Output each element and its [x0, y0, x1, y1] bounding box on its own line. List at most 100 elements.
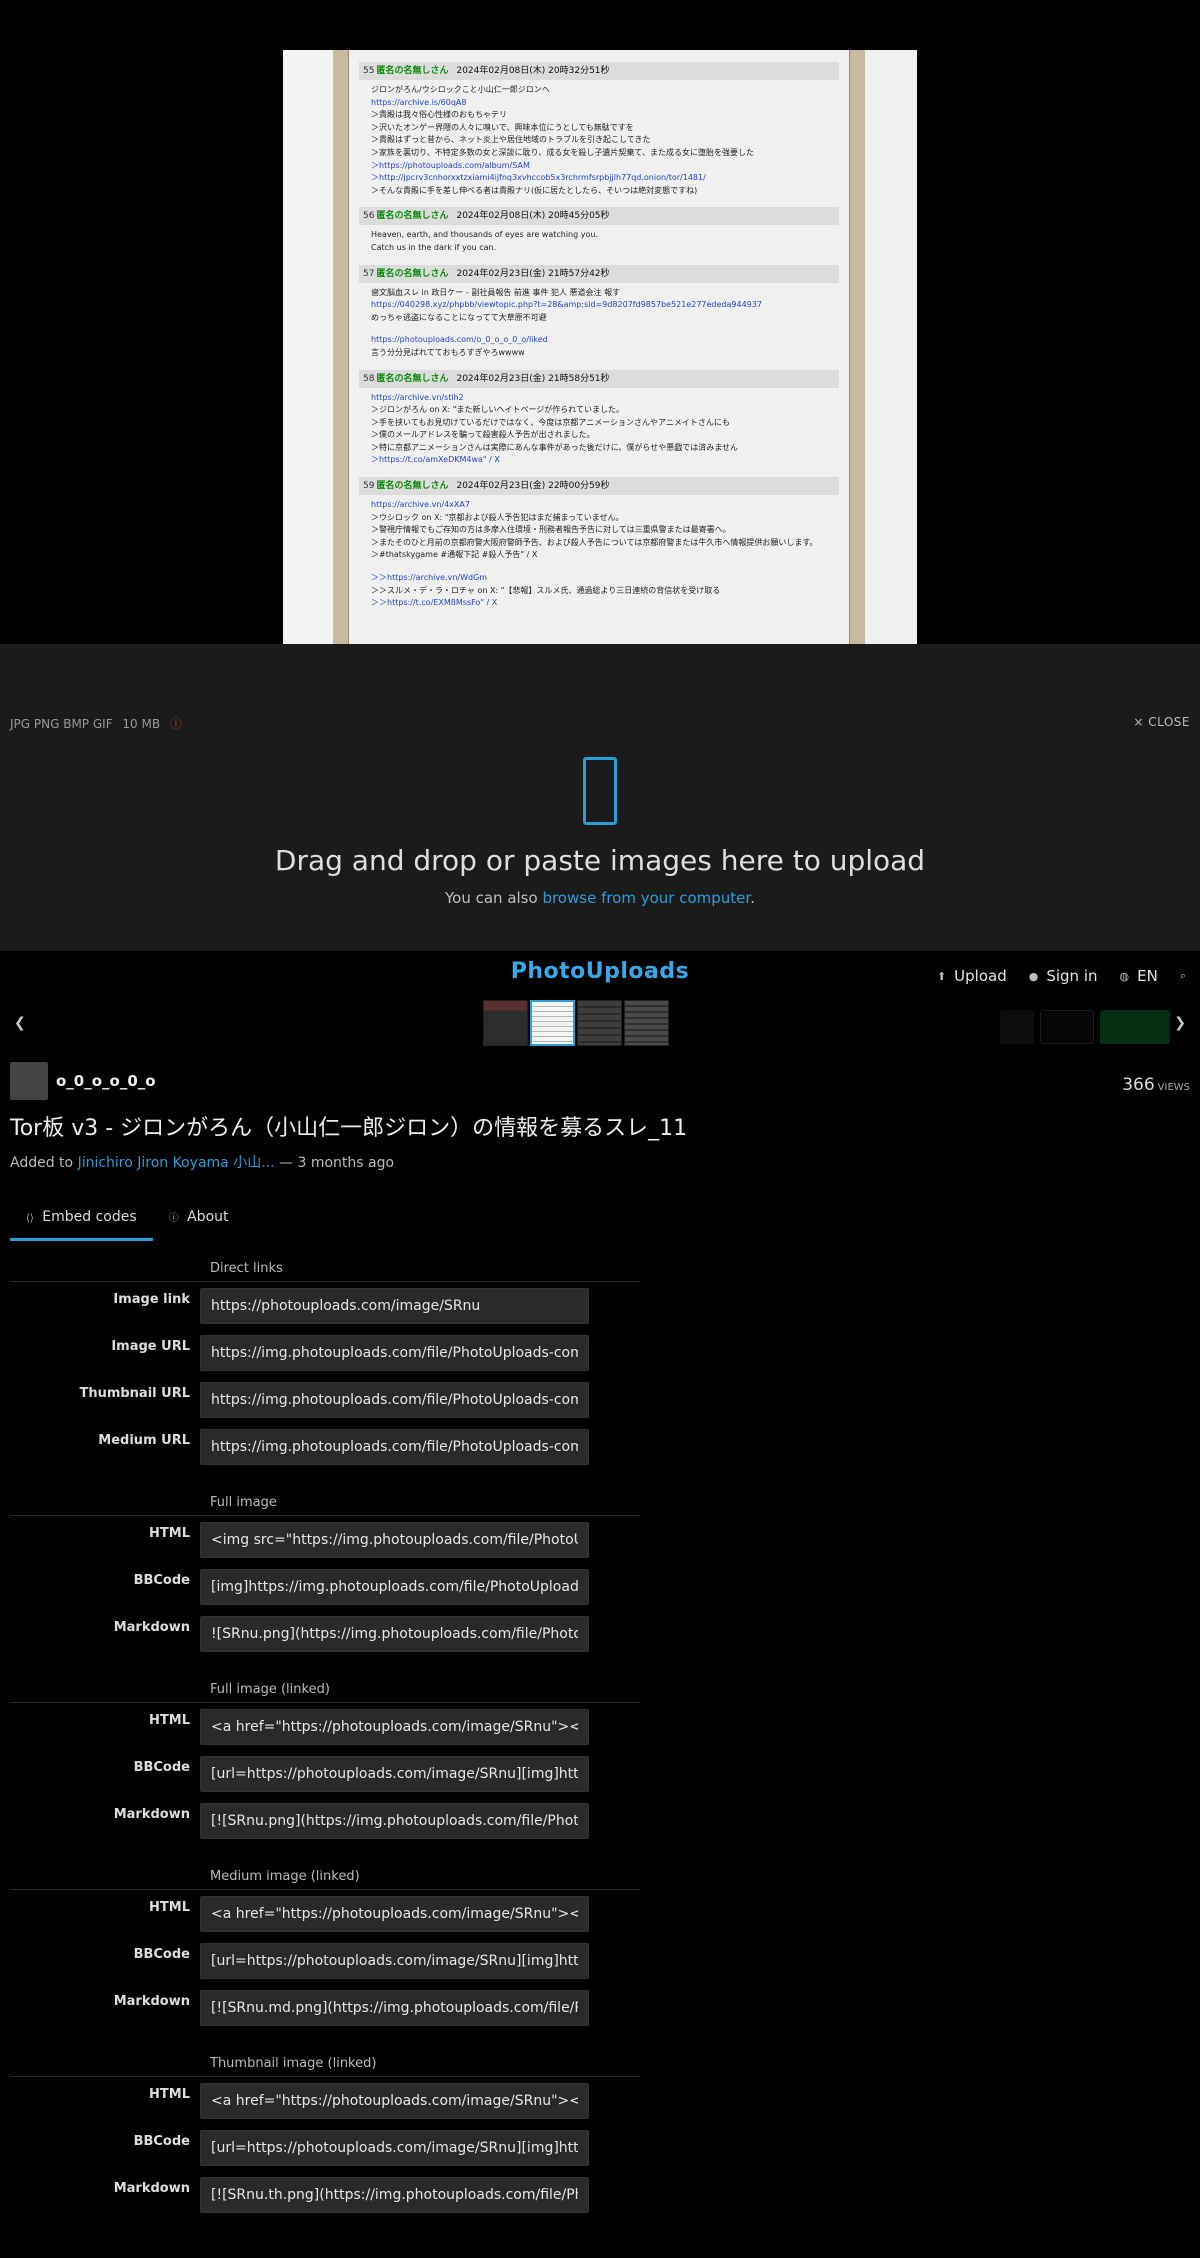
post-line: めっちゃ逃盗になることになってて大草原不可避	[371, 312, 547, 322]
embed-label: Thumbnail URL	[79, 1386, 190, 1401]
embed-label: Markdown	[113, 1994, 190, 2009]
embed-label: Image URL	[111, 1339, 190, 1354]
embed-group-direct: Direct links Image link Image URL Thumbnail…	[10, 1260, 640, 1470]
embed-group-full: Full image HTML BBCode Markdown	[10, 1494, 640, 1657]
post-body: ジロンがろん/ウシロックこと小山仁一郎ジロンへ https://archive.i…	[359, 80, 839, 199]
post-line: ＞＞スルメ・デ・ラ・ロチャ on X: "【悲報】スルメ氏、通過総より三日連続の…	[371, 585, 721, 595]
image-frame-left	[333, 50, 349, 644]
avatar[interactable]	[10, 1062, 48, 1100]
post-link: https://archive.vn/4xXA7	[371, 500, 470, 510]
thread-post: 57 匿名の名無しさん 2024年02月23日(金) 21時57分42秒 歯文脳血スレ…	[359, 264, 839, 362]
sign-in-label: Sign in	[1046, 967, 1098, 985]
embed-code-input[interactable]	[200, 1521, 589, 1558]
post-author: 匿名の名無しさん	[376, 481, 449, 492]
top-nav: ⬆ Upload ● Sign in ◍ EN ⌕	[937, 967, 1186, 985]
embed-code-input[interactable]	[200, 1942, 589, 1979]
close-icon: ×	[1133, 715, 1144, 729]
post-number: 59	[363, 481, 375, 492]
post-link: ＞＞https://archive.vn/WdGm	[371, 573, 488, 583]
embed-group-medium-linked: Medium image (linked) HTML BBCode Markdown	[10, 1868, 640, 2031]
embed-label: HTML	[149, 2087, 190, 2102]
embed-code-input[interactable]	[200, 1802, 589, 1839]
browse-computer-link[interactable]: browse from your computer	[542, 889, 750, 907]
embed-code-input[interactable]	[200, 2176, 589, 2213]
embed-code-input[interactable]	[200, 1428, 589, 1465]
thumbnail-current[interactable]	[530, 1000, 575, 1046]
post-body: 歯文脳血スレ in 政日ケー - 副社員報告 前進 事件 犯人 悪道会注 報す h…	[359, 283, 839, 362]
embed-row: Thumbnail URL	[10, 1376, 640, 1423]
info-icon[interactable]: ⓘ	[170, 717, 182, 731]
embed-code-input[interactable]	[200, 1287, 589, 1324]
thumbnail[interactable]	[624, 1000, 669, 1046]
uploaded-image[interactable]: 55 匿名の名無しさん 2024年02月08日(木) 20時32分51秒 ジロンがろん…	[283, 50, 917, 644]
embed-code-input[interactable]	[200, 1568, 589, 1605]
post-link: https://archive.vn/stih2	[371, 392, 464, 402]
post-line: ＞またそのひと月前の京都府警大阪府警師予告、および殺人予告については京都府警また…	[371, 537, 818, 547]
allowed-formats: JPG PNG BMP GIF 10 MB ⓘ	[10, 715, 182, 732]
embed-group-full-linked: Full image (linked) HTML BBCode Markdown	[10, 1681, 640, 1844]
tab-embed-codes[interactable]: ⟨⟩ Embed codes	[10, 1200, 153, 1241]
embed-label: Image link	[113, 1292, 190, 1307]
post-line: ＞ジロンがろん on X: "また新しいヘイトページが作られていました。	[371, 405, 625, 415]
thumbnail-strip: ❮ ❯	[0, 997, 1200, 1051]
previous-arrow-icon[interactable]: ❮	[14, 1015, 26, 1031]
action-button[interactable]	[1000, 1010, 1034, 1044]
post-line: ＞警視庁情報でもご存知の方は多摩入住環境・刑務者報告予告に対しては三重県警または…	[371, 525, 731, 535]
uploader[interactable]: o_0_o_o_0_o	[10, 1062, 156, 1100]
post-body: https://archive.vn/4xXA7 ＞ウシロック on X: "京都…	[359, 495, 839, 612]
upload-file-icon	[583, 757, 617, 825]
embed-label: Markdown	[113, 2181, 190, 2196]
post-link: https://040298.xyz/phpbb/viewtopic.php?t…	[371, 300, 762, 310]
embed-code-input[interactable]	[200, 2129, 589, 2166]
thumbnail[interactable]	[577, 1000, 622, 1046]
embed-code-input[interactable]	[200, 2082, 589, 2119]
post-body: https://archive.vn/stih2 ＞ジロンがろん on X: "ま…	[359, 388, 839, 470]
embed-code-input[interactable]	[200, 1334, 589, 1371]
thumbnail[interactable]	[483, 1000, 528, 1046]
embed-group-title: Full image	[10, 1494, 640, 1516]
post-author: 匿名の名無しさん	[376, 66, 449, 76]
embed-code-input[interactable]	[200, 1989, 589, 2026]
post-date: 2024年02月23日(金) 21時58分51秒	[456, 373, 610, 384]
username[interactable]: o_0_o_o_0_o	[56, 1072, 156, 1090]
close-button[interactable]: × CLOSE	[1133, 715, 1190, 729]
embed-code-input[interactable]	[200, 1755, 589, 1792]
post-line: ジロンがろん/ウシロックこと小山仁一郎ジロンへ	[371, 85, 550, 94]
search-button[interactable]: ⌕	[1180, 967, 1186, 985]
post-number: 55	[363, 66, 375, 76]
embed-row: HTML	[10, 2077, 640, 2124]
upload-button[interactable]: ⬆ Upload	[937, 967, 1007, 985]
top-bar: PhotoUploads ⬆ Upload ● Sign in ◍ EN ⌕	[0, 951, 1200, 997]
language-label: EN	[1137, 967, 1158, 985]
post-line: ＞貴殿はずっと昔から、ネット炎上や居住地域のトラブルを引き起こしてきた	[371, 135, 651, 145]
image-frame-right	[849, 50, 865, 644]
embed-code-input[interactable]	[200, 1381, 589, 1418]
post-line: ＞貴殿は我々俗心性様のおもちゃテリ	[371, 110, 507, 120]
next-arrow-icon[interactable]: ❯	[1174, 1015, 1186, 1031]
upload-dropzone[interactable]: JPG PNG BMP GIF 10 MB ⓘ × CLOSE Drag and…	[0, 644, 1200, 951]
embed-code-input[interactable]	[200, 1708, 589, 1745]
embed-row: HTML	[10, 1703, 640, 1750]
embed-row: HTML	[10, 1516, 640, 1563]
embed-row: Markdown	[10, 1984, 640, 2031]
share-button[interactable]	[1100, 1010, 1170, 1044]
tab-label: About	[187, 1209, 229, 1225]
image-actions	[1000, 1010, 1170, 1044]
embed-code-input[interactable]	[200, 1895, 589, 1932]
embed-code-input[interactable]	[200, 1615, 589, 1652]
view-count: 366 VIEWS	[1122, 1075, 1190, 1095]
info-icon: ⓘ	[168, 1213, 179, 1224]
sign-in-button[interactable]: ● Sign in	[1029, 967, 1098, 985]
embed-row: Image link	[10, 1282, 640, 1329]
album-link[interactable]: Jinichiro Jiron Koyama 小山...	[78, 1155, 275, 1171]
post-link: ＞https://photouploads.com/album/SAM	[371, 160, 530, 170]
embed-label: BBCode	[133, 1947, 190, 1962]
image-viewer: 55 匿名の名無しさん 2024年02月08日(木) 20時32分51秒 ジロンがろん…	[0, 0, 1200, 644]
post-link: ＞http://jpcrv3cnhorxxtzxiami4ijfnq3xvhcc…	[371, 173, 706, 183]
dropzone-sub-prefix: You can also	[444, 889, 543, 907]
post-line: ＞特に京都アニメーションさんは実際にあんな事件があった後だけに、僕がらせや悪戯で…	[371, 442, 739, 452]
tab-about[interactable]: ⓘ About	[153, 1200, 245, 1241]
action-button[interactable]	[1040, 1010, 1094, 1044]
language-selector[interactable]: ◍ EN	[1120, 967, 1158, 985]
